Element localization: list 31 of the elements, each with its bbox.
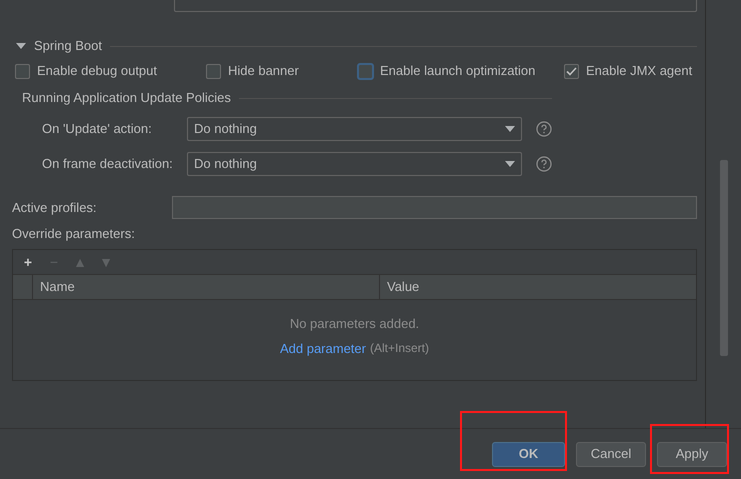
field-label: On frame deactivation: [42,155,174,174]
checkbox[interactable] [206,64,221,78]
dropdown[interactable]: Do nothing [187,152,522,176]
checkbox-label: Hide banner [228,62,299,80]
dialog-button[interactable]: Cancel [576,442,646,466]
checkbox[interactable] [564,64,579,78]
checkbox-label: Enable JMX agent [586,62,692,80]
section-toggle[interactable]: Spring Boot [16,36,102,56]
dialog-button[interactable]: OK [492,442,565,466]
caret-icon [505,126,515,132]
toolbar-button[interactable]: + [21,255,35,269]
help-icon[interactable] [536,121,552,137]
caret-icon [505,161,515,167]
checkbox[interactable] [15,64,30,78]
checkbox-label: Enable debug output [37,62,157,80]
checkbox-label: Enable launch optimization [380,62,536,80]
group-title: Running Application Update Policies [22,89,231,108]
add-parameter-link[interactable]: Add parameter [280,338,366,358]
shortcut-hint: (Alt+Insert) [370,340,429,356]
help-icon[interactable] [536,156,552,172]
scrollbar-thumb[interactable] [720,160,728,356]
triangle-icon [16,42,26,50]
field-label: Override parameters: [12,225,136,242]
dialog-button[interactable]: Apply [657,442,727,466]
column-header[interactable]: Value [380,275,696,299]
field-label: Active profiles: [12,198,98,217]
field-label: On 'Update' action: [42,120,153,138]
dropdown[interactable]: Do nothing [187,117,522,141]
input-field[interactable] [172,196,697,219]
column-header[interactable]: Name [33,275,380,299]
empty-message: No parameters added. [290,315,420,333]
